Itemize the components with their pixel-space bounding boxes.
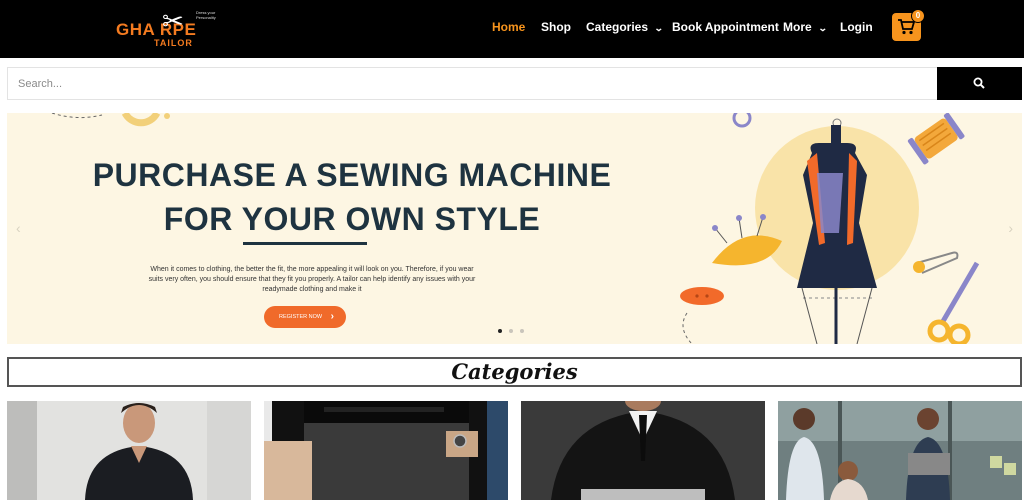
- category-card[interactable]: [264, 401, 508, 500]
- decor-shapes: [51, 113, 170, 127]
- hero-slider: PURCHASE A SEWING MACHINE FOR YOUR OWN S…: [7, 113, 1022, 344]
- categories-heading: Categories: [7, 357, 1022, 387]
- nav-login-label: Login: [840, 20, 873, 34]
- logo-text: GHA RPE: [116, 20, 197, 39]
- nav-shop-label: Shop: [541, 20, 571, 34]
- search-input[interactable]: [7, 67, 937, 100]
- category-card[interactable]: [521, 401, 765, 500]
- banner-title-line2: FOR YOUR OWN STYLE: [163, 201, 541, 237]
- nav-categories[interactable]: Categories ⌄: [586, 20, 664, 34]
- cart-button[interactable]: 0: [892, 9, 925, 41]
- slider-dot[interactable]: [509, 329, 513, 333]
- chevron-down-icon: ⌄: [653, 23, 664, 33]
- search-icon: [973, 77, 985, 89]
- nav-categories-label: Categories: [586, 20, 649, 34]
- site-header: GHA RPE ✂ Dress your Personality TAILOR …: [0, 0, 1024, 58]
- slider-dot[interactable]: [520, 329, 524, 333]
- banner-divider: [243, 242, 367, 245]
- cart-count-badge: 0: [911, 9, 925, 23]
- chevron-down-icon: ⌄: [817, 23, 828, 33]
- nav-more[interactable]: More ⌄: [783, 20, 828, 34]
- nav-more-label: More: [783, 20, 812, 34]
- register-now-button[interactable]: REGISTER NOW ›: [264, 306, 346, 328]
- chevron-right-icon: ›: [330, 311, 334, 322]
- nav-book-appointment-label: Book Appointment: [672, 20, 779, 34]
- category-image: [521, 401, 765, 500]
- search-button[interactable]: [937, 67, 1022, 100]
- scissors-icon: ✂: [162, 6, 184, 36]
- tailoring-illustration: [680, 113, 980, 344]
- slider-dots: [498, 329, 524, 333]
- nav-book-appointment[interactable]: Book Appointment: [672, 20, 779, 34]
- category-card[interactable]: [778, 401, 1022, 500]
- nav-home[interactable]: Home: [492, 20, 525, 34]
- banner-title-line1: PURCHASE A SEWING MACHINE: [92, 157, 612, 193]
- nav-home-label: Home: [492, 20, 526, 34]
- nav-login[interactable]: Login: [840, 20, 873, 34]
- search-bar: [7, 67, 1022, 100]
- category-card[interactable]: [7, 401, 251, 500]
- logo-tagline: Dress your Personality: [196, 10, 216, 20]
- register-now-label: REGISTER NOW: [279, 314, 323, 320]
- banner-description: When it comes to clothing, the better th…: [148, 266, 476, 293]
- slider-prev-arrow[interactable]: ‹: [16, 220, 21, 236]
- nav-shop[interactable]: Shop: [541, 20, 571, 34]
- cart-icon: [898, 19, 915, 35]
- banner-title: PURCHASE A SEWING MACHINE FOR YOUR OWN S…: [7, 153, 697, 241]
- logo-subtitle: TAILOR: [154, 38, 193, 48]
- category-image: [778, 401, 1022, 500]
- category-image: [264, 401, 508, 500]
- slider-dot[interactable]: [498, 329, 502, 333]
- site-logo[interactable]: GHA RPE ✂ Dress your Personality TAILOR: [116, 6, 231, 50]
- category-image: [7, 401, 251, 500]
